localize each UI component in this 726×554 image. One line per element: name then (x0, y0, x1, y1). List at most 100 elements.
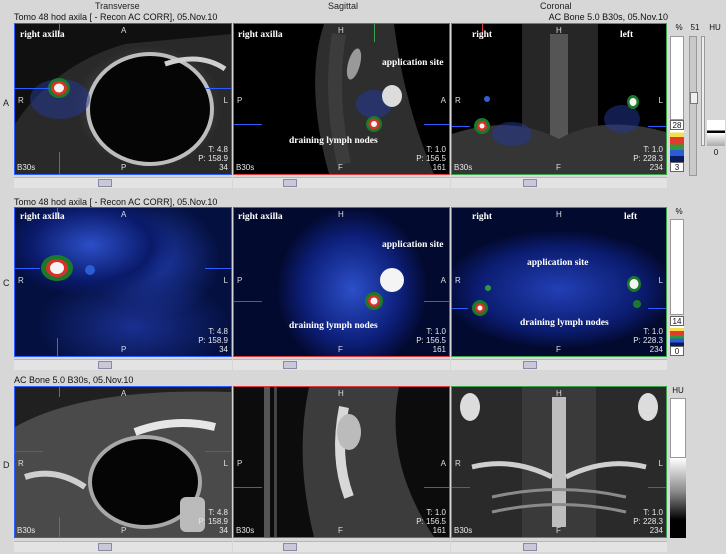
scroll-thumb[interactable] (523, 543, 537, 551)
orientation-top: A (121, 210, 127, 219)
colorbar-lower-value[interactable]: 0 (670, 346, 684, 356)
row-d-title: AC Bone 5.0 B30s, 05.Nov.10 (14, 375, 134, 385)
colorbar-upper-value[interactable]: 28 (670, 120, 684, 130)
orientation-left: R (18, 96, 24, 105)
orientation-left: R (455, 459, 461, 468)
pct-window-slider[interactable] (689, 36, 698, 176)
row-d-transverse-view[interactable]: A P R L B30s T: 4.8 P: 158.9 34 (14, 386, 232, 538)
slice-info: T: 4.8 P: 158.9 34 (198, 327, 228, 354)
row-d-transverse-scrollbar[interactable] (14, 541, 232, 552)
row-c-sagittal-view[interactable]: right axilla application site draining l… (233, 207, 450, 357)
scroll-thumb[interactable] (523, 179, 537, 187)
row-a-transverse-scrollbar[interactable] (14, 177, 232, 188)
row-a-sagittal-scrollbar[interactable] (233, 177, 450, 188)
row-d-coronal-view[interactable]: H F R L B30s T: 1.0 P: 228.3 234 (451, 386, 667, 538)
kernel-label: B30s (17, 526, 36, 535)
colorbar-gradient (670, 326, 684, 346)
hu-unit-label: HU (709, 23, 721, 32)
right-axilla-label: right axilla (20, 212, 65, 222)
row-a-title-right: AC Bone 5.0 B30s, 05.Nov.10 (548, 12, 668, 22)
scroll-thumb[interactable] (98, 543, 112, 551)
column-header-sagittal: Sagittal (328, 1, 359, 11)
column-header-transverse: Transverse (95, 1, 140, 11)
application-site-label: application site (382, 240, 444, 250)
slice-info: T: 1.0 P: 228.3 234 (633, 327, 663, 354)
scroll-thumb[interactable] (523, 361, 537, 369)
colorbar-upper-value[interactable]: 14 (670, 316, 684, 326)
hu-window-slider[interactable] (701, 36, 705, 146)
left-label: left (620, 30, 634, 40)
orientation-left: P (237, 459, 243, 468)
colorbar-mid-empty (670, 219, 684, 315)
pct-unit-label: % (675, 207, 683, 216)
row-d-sagittal-scrollbar[interactable] (233, 541, 450, 552)
scroll-thumb[interactable] (98, 361, 112, 369)
row-a-sagittal-view[interactable]: right axilla application site draining l… (233, 23, 450, 175)
slice-info: T: 1.0 P: 156.5 161 (416, 145, 446, 172)
column-header-coronal: Coronal (540, 1, 572, 11)
orientation-right: A (440, 459, 446, 468)
pct-max-value: 51 (690, 23, 700, 32)
row-d-sagittal-view[interactable]: H F P A B30s T: 1.0 P: 156.5 161 (233, 386, 450, 538)
row-c-coronal-scrollbar[interactable] (451, 359, 667, 370)
slice-info: T: 1.0 P: 156.5 161 (416, 327, 446, 354)
orientation-top: H (556, 210, 562, 219)
hu-grayscale-bar (670, 458, 686, 520)
orientation-bottom: P (121, 163, 127, 172)
row-c-transverse-scrollbar[interactable] (14, 359, 232, 370)
orientation-bottom: F (338, 163, 343, 172)
scroll-thumb[interactable] (283, 361, 297, 369)
right-axilla-label: right axilla (20, 30, 65, 40)
colorbar-gradient (670, 130, 684, 162)
orientation-bottom: F (338, 345, 343, 354)
left-label: left (624, 212, 638, 222)
scroll-thumb[interactable] (283, 543, 297, 551)
row-c-coronal-view[interactable]: right left application site draining lym… (451, 207, 667, 357)
row-c-title: Tomo 48 hod axila [ - Recon AC CORR], 05… (14, 197, 218, 207)
orientation-left: R (455, 96, 461, 105)
orientation-bottom: F (556, 163, 561, 172)
kernel-label: B30s (17, 163, 36, 172)
orientation-bottom: F (556, 345, 561, 354)
draining-lymph-nodes-label: draining lymph nodes (289, 321, 378, 331)
draining-lymph-nodes-label: draining lymph nodes (289, 136, 378, 146)
right-label: right (472, 30, 493, 40)
orientation-right: L (223, 459, 228, 468)
orientation-left: R (18, 459, 24, 468)
orientation-bottom: P (121, 526, 127, 535)
row-c-transverse-view[interactable]: right axilla A P R L T: 4.8 P: 158.9 34 (14, 207, 232, 357)
orientation-left: R (18, 276, 24, 285)
right-axilla-label: right axilla (238, 30, 283, 40)
kernel-label: B30s (454, 163, 473, 172)
row-c-sagittal-scrollbar[interactable] (233, 359, 450, 370)
hu-grayscale-bar (707, 120, 725, 146)
hu-black-bar (670, 520, 686, 538)
orientation-left: R (455, 276, 461, 285)
orientation-bottom: F (338, 526, 343, 535)
row-a-title: Tomo 48 hod axila [ - Recon AC CORR], 05… (14, 12, 218, 22)
slice-info: T: 4.8 P: 158.9 34 (198, 145, 228, 172)
row-a-coronal-scrollbar[interactable] (451, 177, 667, 188)
colorbar-lower-value[interactable]: 3 (670, 162, 684, 172)
row-a-transverse-view[interactable]: right axilla A P R L B30s T: 4.8 P: 158.9… (14, 23, 232, 175)
orientation-top: H (338, 389, 344, 398)
orientation-right: L (223, 276, 228, 285)
orientation-right: L (658, 276, 663, 285)
right-axilla-label: right axilla (238, 212, 283, 222)
slice-info: T: 1.0 P: 228.3 234 (633, 145, 663, 172)
orientation-top: A (121, 389, 127, 398)
row-d-coronal-scrollbar[interactable] (451, 541, 667, 552)
hu-value: 0 (713, 148, 719, 157)
orientation-right: L (658, 96, 663, 105)
orientation-right: L (658, 459, 663, 468)
slice-info: T: 1.0 P: 228.3 234 (633, 508, 663, 535)
hu-unit-label: HU (672, 386, 684, 395)
scroll-thumb[interactable] (98, 179, 112, 187)
row-d-letter: D (3, 460, 10, 470)
scroll-thumb[interactable] (283, 179, 297, 187)
row-a-coronal-view[interactable]: right left H F R L B30s T: 1.0 P: 228.3 23… (451, 23, 667, 175)
orientation-top: H (338, 210, 344, 219)
slice-info: T: 1.0 P: 156.5 161 (416, 508, 446, 535)
orientation-left: P (237, 276, 243, 285)
orientation-right: A (440, 276, 446, 285)
